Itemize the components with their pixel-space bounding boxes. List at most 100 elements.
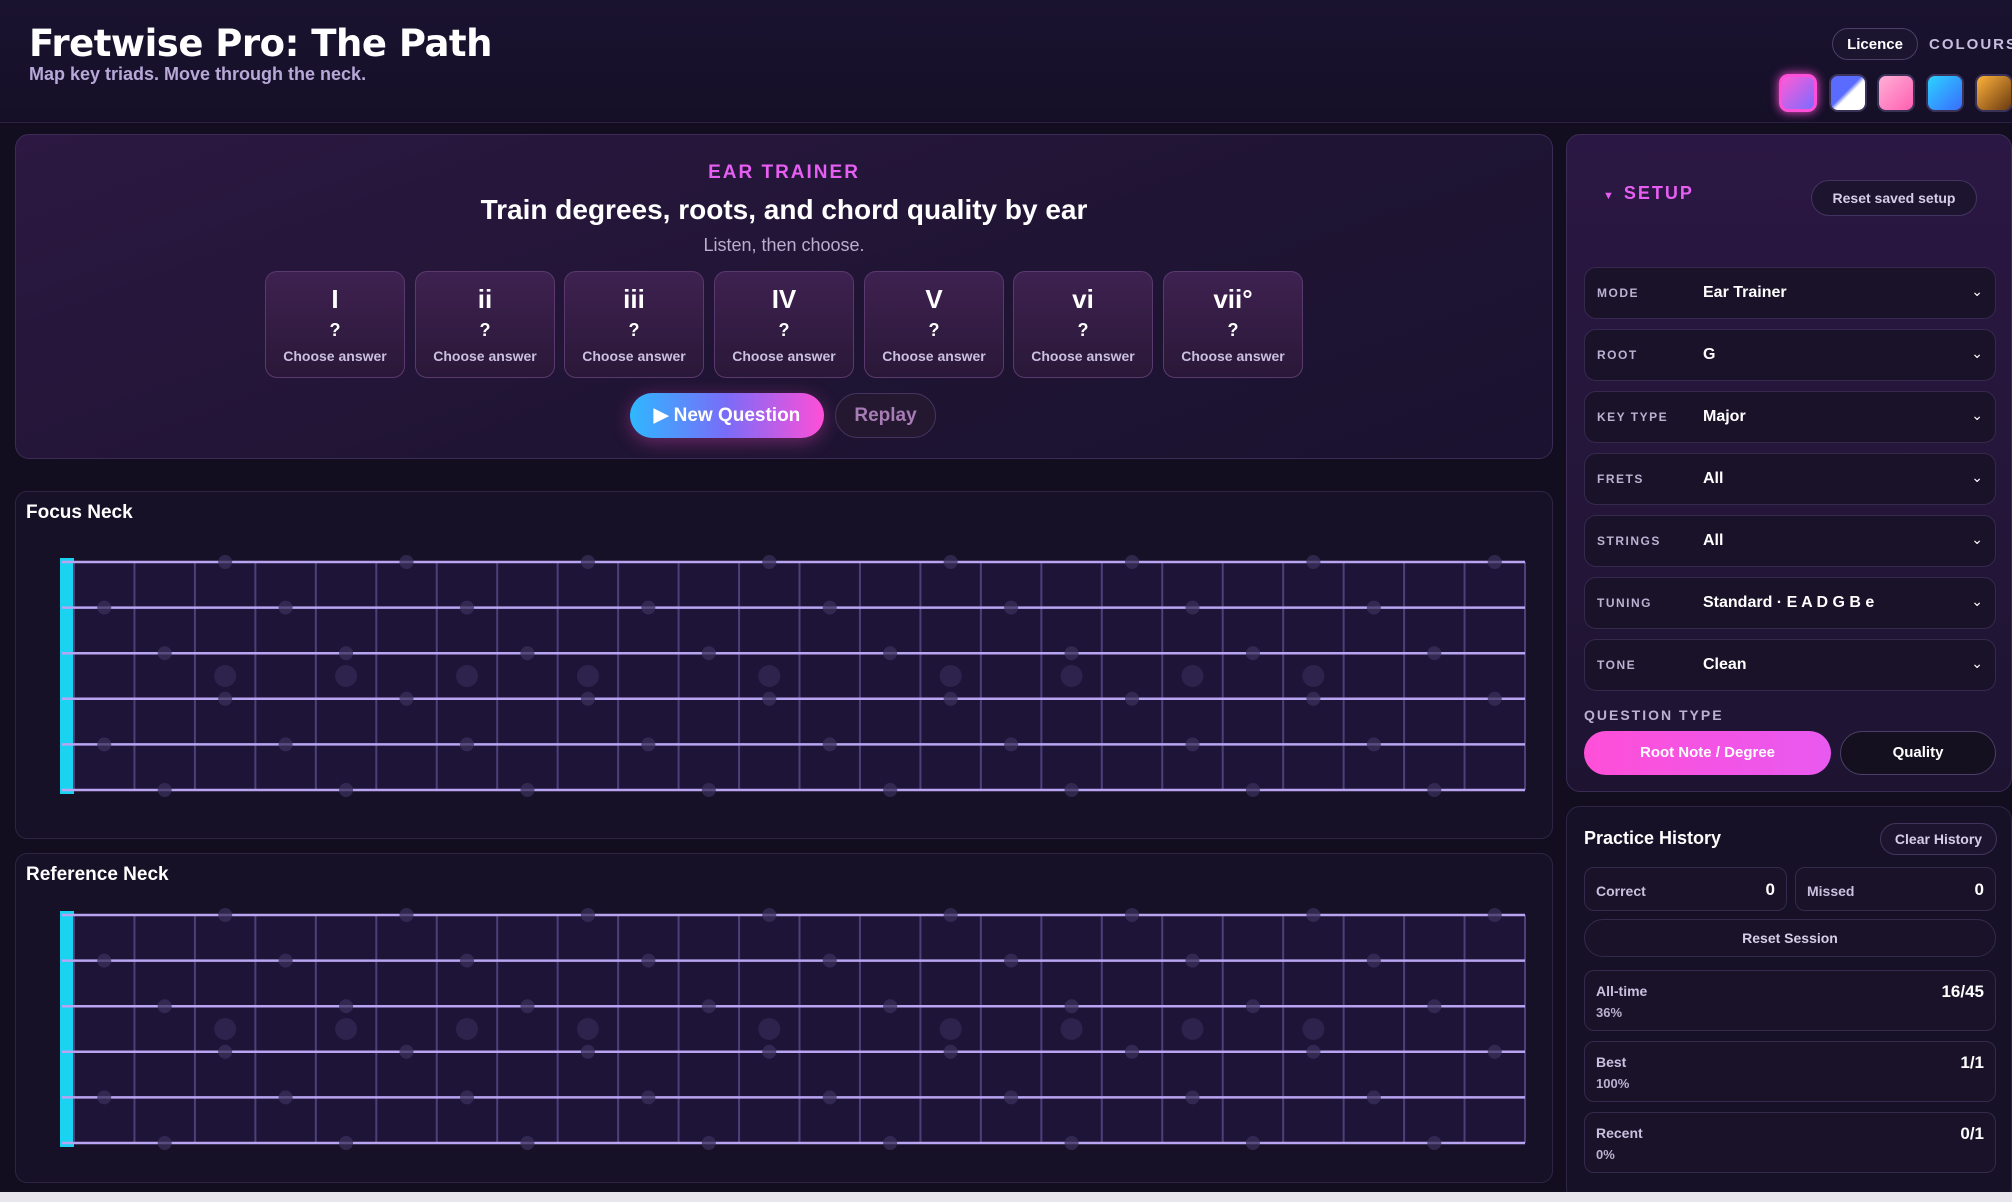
degree-answer: ? [628, 320, 640, 340]
note-marker [883, 783, 898, 797]
new-question-button[interactable]: ▶ New Question [630, 393, 824, 438]
degree-card-ii[interactable]: ii ? Choose answer [415, 271, 555, 378]
note-marker [97, 1090, 112, 1105]
note-marker [641, 600, 656, 615]
tally-value: 16/45 [1941, 982, 1984, 1001]
degree-numeral: iii [623, 284, 645, 314]
note-marker [1306, 691, 1321, 706]
note-marker [399, 1044, 414, 1059]
degree-numeral: vii° [1213, 284, 1253, 314]
note-marker [580, 908, 595, 922]
correct-stat: Correct 0 [1584, 867, 1787, 911]
mode-select[interactable]: MODE Ear Trainer ⌄ [1584, 267, 1996, 319]
note-marker [97, 737, 112, 752]
chevron-down-icon: ⌄ [1971, 407, 1983, 423]
degree-card-iv[interactable]: IV ? Choose answer [714, 271, 854, 378]
field-label: KEY TYPE [1597, 410, 1669, 424]
strings-select[interactable]: STRINGS All ⌄ [1584, 515, 1996, 567]
tally-value: 1/1 [1960, 1053, 1984, 1072]
fret-inlay [576, 665, 599, 687]
colour-swatch-blue-white[interactable] [1829, 74, 1867, 112]
degree-numeral: IV [771, 284, 797, 314]
stat-value: 0 [1974, 880, 1984, 899]
recent-tally: Recent 0% 0/1 [1584, 1112, 1996, 1173]
colour-swatch-magenta[interactable] [1779, 74, 1817, 112]
key-type-select[interactable]: KEY TYPE Major ⌄ [1584, 391, 1996, 443]
note-marker [339, 783, 354, 797]
degree-card-v[interactable]: V ? Choose answer [864, 271, 1004, 378]
field-label: STRINGS [1597, 534, 1661, 548]
app-title: Fretwise Pro: The Path [29, 22, 492, 65]
caret-down-icon: ▼ [1603, 190, 1616, 202]
fret-inlay [1302, 665, 1325, 687]
field-value: Ear Trainer [1703, 284, 1787, 301]
note-marker [399, 555, 414, 569]
note-marker [1004, 953, 1019, 968]
root-select[interactable]: ROOT G ⌄ [1584, 329, 1996, 381]
colour-swatch-cyan[interactable] [1926, 74, 1964, 112]
note-marker [1427, 646, 1442, 661]
note-marker [1185, 600, 1200, 615]
reset-saved-setup-button[interactable]: Reset saved setup [1811, 180, 1977, 216]
replay-button[interactable]: Replay [835, 393, 936, 438]
chevron-down-icon: ⌄ [1971, 593, 1983, 609]
fret-inlay [758, 665, 781, 687]
note-marker [1125, 555, 1140, 569]
note-marker [1185, 953, 1200, 968]
colour-swatch-pink[interactable] [1877, 74, 1915, 112]
frets-select[interactable]: FRETS All ⌄ [1584, 453, 1996, 505]
tally-value: 0/1 [1960, 1124, 1984, 1143]
licence-button[interactable]: Licence [1832, 28, 1918, 60]
focus-neck-title: Focus Neck [26, 502, 133, 523]
degree-card-vii[interactable]: vii° ? Choose answer [1163, 271, 1303, 378]
colour-swatch-amber[interactable] [1975, 74, 2012, 112]
question-type-root-button[interactable]: Root Note / Degree [1584, 731, 1831, 775]
note-marker [762, 1044, 777, 1059]
degree-card-vi[interactable]: vi ? Choose answer [1013, 271, 1153, 378]
note-marker [399, 691, 414, 706]
setup-toggle[interactable]: ▼ SETUP [1603, 183, 1694, 204]
fret-inlay [214, 1018, 237, 1040]
field-value: All [1703, 470, 1724, 487]
app-header: Fretwise Pro: The Path Map key triads. M… [0, 0, 2012, 123]
tuning-select[interactable]: TUNING Standard · E A D G B e ⌄ [1584, 577, 1996, 629]
fret-inlay [1302, 1018, 1325, 1040]
note-marker [218, 691, 233, 706]
note-marker [1064, 783, 1079, 797]
note-marker [580, 1044, 595, 1059]
fret-inlay [1060, 1018, 1083, 1040]
tone-select[interactable]: TONE Clean ⌄ [1584, 639, 1996, 691]
fret-inlay [1181, 1018, 1204, 1040]
focus-neck-fretboard[interactable] [25, 528, 1543, 833]
tally-percent: 0% [1596, 1147, 1615, 1162]
fret-inlay [214, 665, 237, 687]
degree-hint: Choose answer [433, 348, 537, 364]
setup-title: SETUP [1623, 183, 1694, 203]
clear-history-button[interactable]: Clear History [1880, 823, 1997, 855]
question-type-quality-button[interactable]: Quality [1840, 731, 1996, 775]
reset-session-button[interactable]: Reset Session [1584, 919, 1996, 957]
reference-neck-fretboard[interactable] [25, 889, 1543, 1179]
nut [60, 558, 74, 794]
note-marker [943, 1044, 958, 1059]
note-marker [520, 1136, 535, 1150]
fret-inlay [939, 665, 962, 687]
stat-label: Correct [1596, 883, 1646, 899]
note-marker [1366, 1090, 1381, 1105]
note-marker [1004, 600, 1019, 615]
degree-numeral: I [331, 284, 339, 314]
field-value: G [1703, 346, 1716, 363]
best-tally: Best 100% 1/1 [1584, 1041, 1996, 1102]
degree-card-i[interactable]: I ? Choose answer [265, 271, 405, 378]
note-marker [1245, 1136, 1260, 1150]
note-marker [1427, 999, 1442, 1014]
degree-card-iii[interactable]: iii ? Choose answer [564, 271, 704, 378]
note-marker [943, 691, 958, 706]
note-marker [1064, 646, 1079, 661]
note-marker [1004, 1090, 1019, 1105]
note-marker [1366, 953, 1381, 968]
note-marker [641, 1090, 656, 1105]
note-marker [822, 600, 837, 615]
degree-answer: ? [928, 320, 940, 340]
note-marker [641, 953, 656, 968]
